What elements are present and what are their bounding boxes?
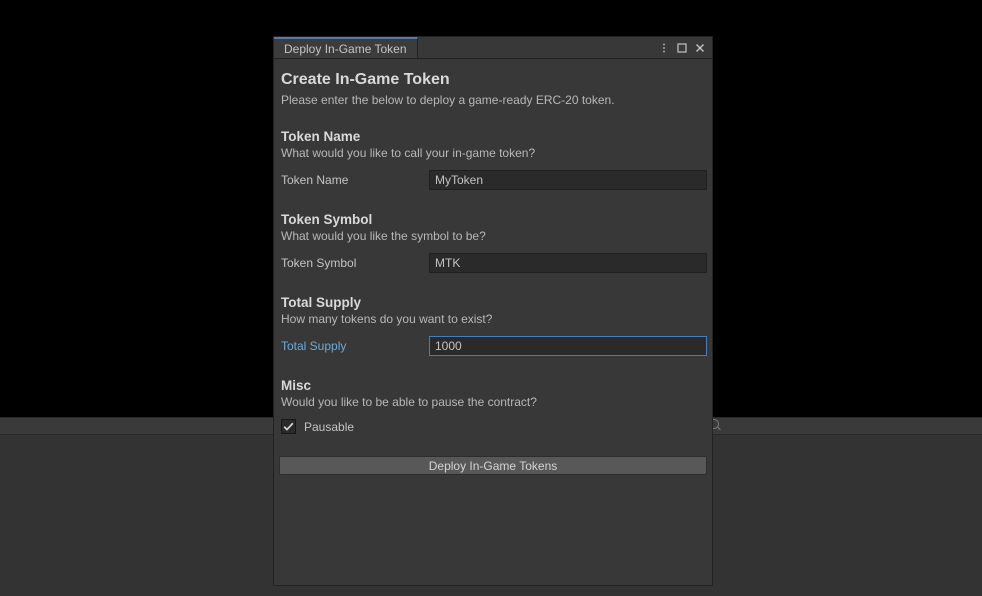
titlebar-controls <box>658 37 712 58</box>
misc-heading: Misc <box>279 378 707 395</box>
pausable-label: Pausable <box>304 420 354 434</box>
total-supply-row: Total Supply <box>279 336 707 356</box>
misc-desc: Would you like to be able to pause the c… <box>279 395 707 409</box>
total-supply-input[interactable] <box>429 336 707 356</box>
dialog-tab-label: Deploy In-Game Token <box>284 42 407 56</box>
close-icon[interactable] <box>694 42 706 54</box>
token-name-input[interactable] <box>429 170 707 190</box>
section-total-supply: Total Supply How many tokens do you want… <box>279 295 707 356</box>
deploy-button-label: Deploy In-Game Tokens <box>429 459 558 473</box>
section-token-symbol: Token Symbol What would you like the sym… <box>279 212 707 273</box>
deploy-token-dialog: Deploy In-Game Token Create In-Game Toke… <box>273 36 713 586</box>
total-supply-desc: How many tokens do you want to exist? <box>279 312 707 326</box>
dialog-content: Create In-Game Token Please enter the be… <box>274 59 712 585</box>
dialog-titlebar: Deploy In-Game Token <box>274 37 712 59</box>
token-name-heading: Token Name <box>279 129 707 146</box>
total-supply-heading: Total Supply <box>279 295 707 312</box>
token-symbol-desc: What would you like the symbol to be? <box>279 229 707 243</box>
token-symbol-input[interactable] <box>429 253 707 273</box>
total-supply-label: Total Supply <box>279 339 429 353</box>
menu-icon[interactable] <box>658 42 670 54</box>
dialog-tab[interactable]: Deploy In-Game Token <box>274 37 418 58</box>
pausable-row: Pausable <box>279 419 707 434</box>
section-token-name: Token Name What would you like to call y… <box>279 129 707 190</box>
section-misc: Misc Would you like to be able to pause … <box>279 378 707 434</box>
maximize-icon[interactable] <box>676 42 688 54</box>
page-title: Create In-Game Token <box>279 69 707 93</box>
token-symbol-row: Token Symbol <box>279 253 707 273</box>
pausable-checkbox[interactable] <box>281 419 296 434</box>
token-name-label: Token Name <box>279 173 429 187</box>
token-symbol-heading: Token Symbol <box>279 212 707 229</box>
token-name-desc: What would you like to call your in-game… <box>279 146 707 160</box>
page-subtitle: Please enter the below to deploy a game-… <box>279 93 707 107</box>
deploy-button[interactable]: Deploy In-Game Tokens <box>279 456 707 475</box>
token-name-row: Token Name <box>279 170 707 190</box>
token-symbol-label: Token Symbol <box>279 256 429 270</box>
